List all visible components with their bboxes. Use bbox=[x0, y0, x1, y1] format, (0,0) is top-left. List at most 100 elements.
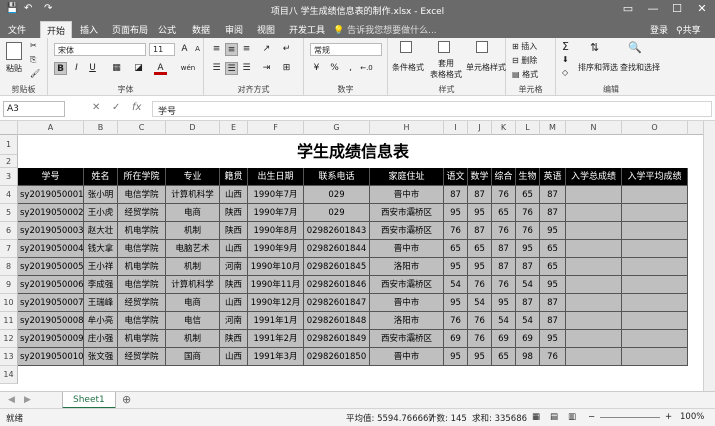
data-cell[interactable]: 87 bbox=[516, 258, 540, 276]
zoom-out-icon[interactable]: − bbox=[588, 412, 595, 422]
data-cell[interactable]: 76 bbox=[492, 186, 516, 204]
data-cell[interactable]: 机制 bbox=[166, 222, 220, 240]
align-middle-icon[interactable]: ≡ bbox=[225, 43, 238, 56]
header-cell[interactable]: 入学平均成绩 bbox=[622, 168, 688, 186]
data-cell[interactable]: 54 bbox=[516, 276, 540, 294]
column-header-g[interactable]: G bbox=[304, 121, 370, 135]
data-cell[interactable]: 87 bbox=[444, 186, 468, 204]
row-header-11[interactable]: 11 bbox=[0, 312, 18, 330]
data-cell[interactable]: 陕西 bbox=[220, 330, 248, 348]
header-cell[interactable]: 综合 bbox=[492, 168, 516, 186]
cell-styles-icon[interactable] bbox=[476, 41, 488, 53]
zoom-level[interactable]: 100% bbox=[680, 412, 704, 422]
data-cell[interactable]: 1990年8月 bbox=[248, 222, 304, 240]
align-right-icon[interactable]: ☰ bbox=[240, 62, 253, 75]
data-cell[interactable]: 电信学院 bbox=[118, 312, 166, 330]
data-cell[interactable]: 76 bbox=[492, 222, 516, 240]
table-format-button-line2[interactable]: 表格格式 bbox=[430, 69, 462, 80]
conditional-format-button[interactable]: 条件格式 bbox=[392, 62, 424, 73]
data-cell[interactable]: 54 bbox=[492, 312, 516, 330]
data-cell[interactable]: 机电学院 bbox=[118, 258, 166, 276]
column-header-e[interactable]: E bbox=[220, 121, 248, 135]
data-cell[interactable]: 陕西 bbox=[220, 276, 248, 294]
data-cell[interactable]: sy2019050004 bbox=[18, 240, 84, 258]
spreadsheet-grid[interactable]: ABCDEFGHIJKLMNO 1 2 3 4 5 6 7 8 9 10 11 12 13 14 学生成绩信… bbox=[0, 121, 715, 391]
data-cell[interactable]: sy2019050007 bbox=[18, 294, 84, 312]
header-cell[interactable]: 数学 bbox=[468, 168, 492, 186]
data-cell[interactable]: 王瑞峰 bbox=[84, 294, 118, 312]
grow-font-button[interactable]: A bbox=[178, 43, 191, 56]
table-format-icon[interactable] bbox=[438, 41, 450, 53]
data-cell[interactable]: 87 bbox=[492, 240, 516, 258]
row-header-4[interactable]: 4 bbox=[0, 186, 18, 204]
select-all-corner[interactable] bbox=[0, 121, 18, 135]
data-cell[interactable]: 机电学院 bbox=[118, 330, 166, 348]
data-cell[interactable]: 54 bbox=[468, 294, 492, 312]
data-cell[interactable]: 76 bbox=[444, 312, 468, 330]
data-cell[interactable]: 电商 bbox=[166, 294, 220, 312]
data-cell[interactable]: 王小虎 bbox=[84, 204, 118, 222]
paste-button[interactable]: 粘贴 bbox=[6, 63, 22, 74]
scroll-right-icon[interactable]: ▶ bbox=[24, 395, 31, 405]
login-link[interactable]: 登录 bbox=[650, 23, 668, 36]
format-cells-button[interactable]: ▤ 格式 bbox=[512, 69, 538, 80]
align-bottom-icon[interactable]: ≡ bbox=[240, 43, 253, 56]
tell-me-box[interactable]: 💡 告诉我您想要做什么... bbox=[333, 23, 437, 36]
data-cell[interactable]: 洛阳市 bbox=[370, 258, 444, 276]
zoom-in-icon[interactable]: + bbox=[665, 412, 672, 422]
ribbon-display-icon[interactable]: ▭ bbox=[616, 2, 640, 15]
sort-filter-button[interactable]: 排序和筛选 bbox=[578, 62, 618, 73]
data-cell[interactable]: 95 bbox=[540, 330, 566, 348]
scroll-left-icon[interactable]: ◀ bbox=[8, 395, 15, 405]
data-cell[interactable]: 机制 bbox=[166, 330, 220, 348]
align-center-icon[interactable]: ☰ bbox=[225, 62, 238, 75]
data-cell[interactable]: 76 bbox=[492, 276, 516, 294]
row-header-9[interactable]: 9 bbox=[0, 276, 18, 294]
column-header-b[interactable]: B bbox=[84, 121, 118, 135]
merge-center-icon[interactable]: ⊞ bbox=[280, 62, 293, 75]
wrap-text-icon[interactable]: ↵ bbox=[280, 43, 293, 56]
header-cell[interactable]: 学号 bbox=[18, 168, 84, 186]
data-cell[interactable] bbox=[622, 348, 688, 366]
data-cell[interactable]: 76 bbox=[540, 348, 566, 366]
data-cell[interactable]: 山西 bbox=[220, 240, 248, 258]
data-cell[interactable]: 晋中市 bbox=[370, 240, 444, 258]
data-cell[interactable]: sy2019050010 bbox=[18, 348, 84, 366]
data-cell[interactable]: 02982601846 bbox=[304, 276, 370, 294]
data-cell[interactable]: 02982601848 bbox=[304, 312, 370, 330]
orientation-icon[interactable]: ↗ bbox=[260, 43, 273, 56]
data-cell[interactable]: 陕西 bbox=[220, 204, 248, 222]
tab-page-layout[interactable]: 页面布局 bbox=[112, 23, 148, 36]
row-header-13[interactable]: 13 bbox=[0, 348, 18, 366]
normal-view-icon[interactable]: ▦ bbox=[532, 412, 540, 422]
data-cell[interactable] bbox=[622, 312, 688, 330]
data-cell[interactable]: 65 bbox=[492, 204, 516, 222]
data-cell[interactable]: 山西 bbox=[220, 294, 248, 312]
data-cell[interactable]: sy2019050008 bbox=[18, 312, 84, 330]
data-cell[interactable]: 晋中市 bbox=[370, 186, 444, 204]
data-cell[interactable]: 76 bbox=[468, 312, 492, 330]
phonetic-button[interactable]: wén bbox=[178, 62, 198, 75]
data-cell[interactable]: 1991年3月 bbox=[248, 348, 304, 366]
data-cell[interactable]: 95 bbox=[540, 222, 566, 240]
indent-icon[interactable]: ⇥ bbox=[260, 62, 273, 75]
header-cell[interactable]: 姓名 bbox=[84, 168, 118, 186]
data-cell[interactable]: 65 bbox=[492, 348, 516, 366]
row-header-12[interactable]: 12 bbox=[0, 330, 18, 348]
data-cell[interactable]: 95 bbox=[444, 258, 468, 276]
find-select-button[interactable]: 查找和选择 bbox=[620, 62, 660, 73]
font-color-button[interactable]: A bbox=[154, 62, 167, 75]
data-cell[interactable]: 65 bbox=[444, 240, 468, 258]
data-cell[interactable]: 陕西 bbox=[220, 222, 248, 240]
data-cell[interactable]: 电信学院 bbox=[118, 240, 166, 258]
data-cell[interactable] bbox=[622, 258, 688, 276]
data-cell[interactable] bbox=[622, 204, 688, 222]
insert-function-icon[interactable]: fx bbox=[132, 102, 141, 113]
row-header-8[interactable]: 8 bbox=[0, 258, 18, 276]
data-cell[interactable]: 李成强 bbox=[84, 276, 118, 294]
shrink-font-button[interactable]: A bbox=[191, 43, 204, 56]
align-left-icon[interactable]: ☰ bbox=[210, 62, 223, 75]
data-cell[interactable]: 牟小亮 bbox=[84, 312, 118, 330]
close-icon[interactable]: ✕ bbox=[690, 2, 714, 15]
tab-insert[interactable]: 插入 bbox=[80, 23, 98, 36]
